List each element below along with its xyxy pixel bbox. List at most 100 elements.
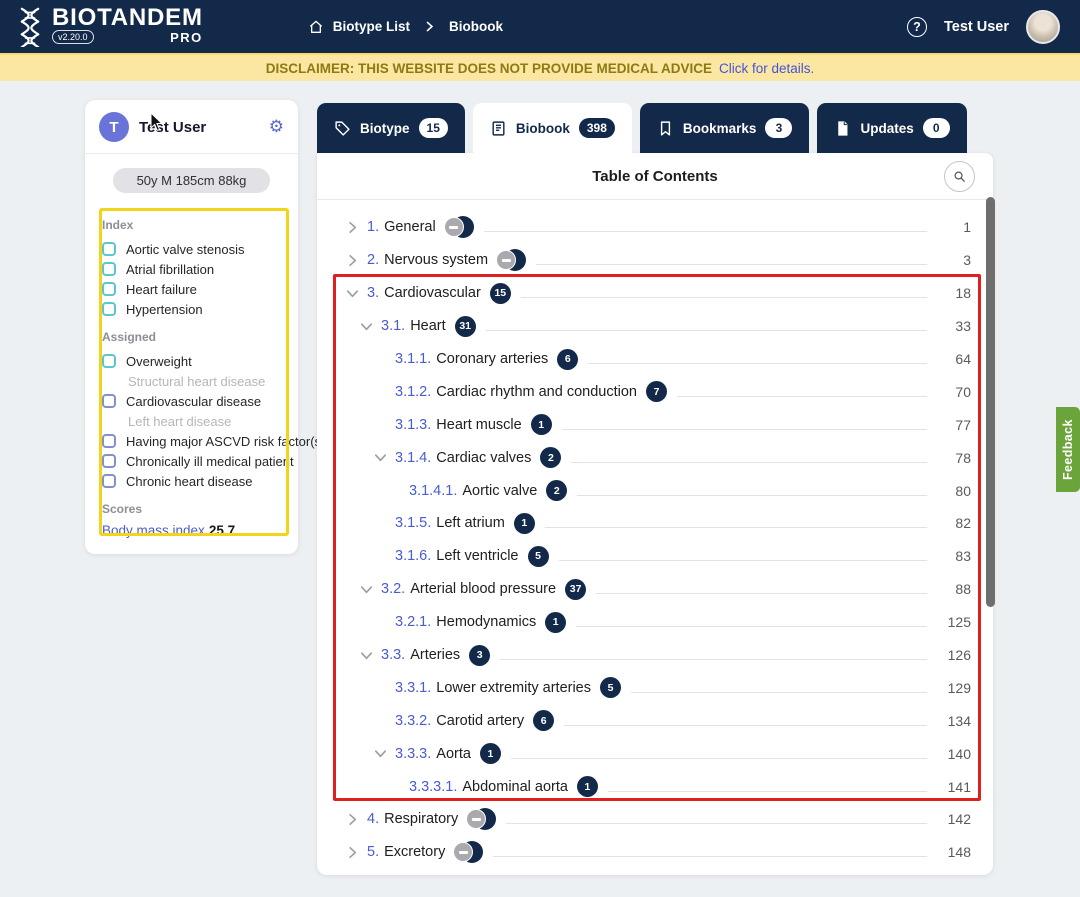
chevron-down-icon[interactable] [359, 319, 381, 334]
toc-row[interactable]: 3.3.1.Lower extremity arteries5129 [317, 671, 971, 704]
condition-row[interactable]: Having major ASCVD risk factor(s) [102, 431, 281, 451]
breadcrumb-section[interactable]: Biotype List [333, 19, 410, 34]
checkbox[interactable] [102, 302, 116, 316]
content-card: Table of Contents 1.General12.Nervous sy… [317, 153, 993, 875]
checkbox-label: Aortic valve stenosis [126, 242, 245, 257]
score-link[interactable]: Body mass index [102, 523, 205, 538]
toc-label[interactable]: Carotid artery [436, 713, 524, 729]
toc-row[interactable]: 3.1.5.Left atrium182 [317, 507, 971, 540]
condition-row[interactable]: Aortic valve stenosis [102, 239, 281, 259]
patient-sidebar: T Test User ⚙ 50y M 185cm 88kg IndexAort… [85, 100, 298, 554]
toc-row[interactable]: 3.3.2.Carotid artery6134 [317, 704, 971, 737]
toc-row[interactable]: 3.1.1.Coronary arteries664 [317, 343, 971, 376]
condition-row[interactable]: Cardiovascular disease [102, 391, 281, 411]
toc-row[interactable]: 3.1.3.Heart muscle177 [317, 408, 971, 441]
toc-label[interactable]: Respiratory [384, 811, 458, 827]
toc-row[interactable]: 3.Cardiovascular1518 [317, 277, 971, 310]
tab-biotype[interactable]: Biotype15 [317, 103, 465, 153]
toc-row[interactable]: 5.Excretory148 [317, 836, 971, 869]
breadcrumb-current[interactable]: Biobook [449, 19, 503, 34]
toc-row[interactable]: 3.2.Arterial blood pressure3788 [317, 573, 971, 606]
checkbox[interactable] [102, 434, 116, 448]
home-icon[interactable] [308, 19, 324, 35]
toc-label[interactable]: Arteries [410, 647, 460, 663]
toc-label[interactable]: Lower extremity arteries [436, 680, 591, 696]
checkbox[interactable] [102, 242, 116, 256]
toc-label[interactable]: Cardiac rhythm and conduction [436, 384, 637, 400]
toc-label[interactable]: Left ventricle [436, 548, 518, 564]
checkbox[interactable] [102, 282, 116, 296]
checkbox-label: Heart failure [126, 282, 197, 297]
toc-number: 3.1. [381, 318, 405, 334]
header-username[interactable]: Test User [944, 19, 1009, 35]
user-avatar-photo[interactable] [1026, 10, 1060, 44]
chevron-down-icon[interactable] [373, 450, 395, 465]
toc-label[interactable]: Nervous system [384, 252, 488, 268]
chevron-down-icon[interactable] [359, 648, 381, 663]
toc-row[interactable]: 4.Respiratory142 [317, 803, 971, 836]
toc-row[interactable]: 3.1.4.Cardiac valves278 [317, 441, 971, 474]
condition-row[interactable]: Hypertension [102, 299, 281, 319]
toc-label[interactable]: Heart muscle [436, 417, 521, 433]
toc-list: 1.General12.Nervous system33.Cardiovascu… [317, 200, 993, 869]
disclaimer-details-link[interactable]: Click for details. [719, 61, 814, 76]
toc-label[interactable]: Hemodynamics [436, 614, 536, 630]
chevron-down-icon[interactable] [359, 582, 381, 597]
toc-label[interactable]: Coronary arteries [436, 351, 548, 367]
tab-label: Biotype [360, 121, 410, 136]
feedback-button[interactable]: Feedback [1056, 407, 1080, 492]
chevron-down-icon[interactable] [345, 286, 367, 301]
chevron-down-icon[interactable] [373, 746, 395, 761]
toc-label[interactable]: Cardiac valves [436, 450, 531, 466]
scrollbar-thumb[interactable] [986, 197, 995, 607]
toc-row[interactable]: 3.3.3.1.Abdominal aorta1141 [317, 770, 971, 803]
chevron-right-icon[interactable] [345, 845, 367, 860]
tab-updates[interactable]: Updates0 [817, 103, 966, 153]
toc-label[interactable]: General [384, 219, 436, 235]
page-number: 1 [939, 219, 971, 235]
condition-row[interactable]: Heart failure [102, 279, 281, 299]
checkbox[interactable] [102, 474, 116, 488]
checkbox[interactable] [102, 394, 116, 408]
help-icon[interactable]: ? [907, 17, 927, 37]
chevron-right-icon[interactable] [345, 220, 367, 235]
toc-label[interactable]: Aorta [436, 746, 471, 762]
toc-label[interactable]: Heart [410, 318, 445, 334]
toc-number: 3. [367, 285, 379, 301]
chevron-right-icon[interactable] [345, 253, 367, 268]
toc-label[interactable]: Aortic valve [462, 483, 537, 499]
toc-row[interactable]: 3.3.Arteries3126 [317, 639, 971, 672]
toc-row[interactable]: 3.1.2.Cardiac rhythm and conduction770 [317, 375, 971, 408]
toc-label[interactable]: Left atrium [436, 515, 505, 531]
toc-label[interactable]: Excretory [384, 844, 445, 860]
tab-label: Updates [860, 121, 913, 136]
condition-row[interactable]: Chronically ill medical patient [102, 451, 281, 471]
page-number: 78 [939, 450, 971, 466]
toc-label[interactable]: Arterial blood pressure [410, 581, 556, 597]
condition-row[interactable]: Overweight [102, 351, 281, 371]
checkbox[interactable] [102, 454, 116, 468]
toc-row[interactable]: 2.Nervous system3 [317, 244, 971, 277]
tab-biobook[interactable]: Biobook398 [473, 103, 632, 153]
count-badge: 1 [480, 743, 501, 764]
toc-row[interactable]: 3.1.4.1.Aortic valve280 [317, 474, 971, 507]
toc-row[interactable]: 3.1.Heart3133 [317, 310, 971, 343]
checkbox[interactable] [102, 354, 116, 368]
toc-label[interactable]: Abdominal aorta [462, 779, 568, 795]
chevron-right-icon[interactable] [345, 812, 367, 827]
checkbox[interactable] [102, 262, 116, 276]
gear-icon[interactable]: ⚙ [269, 119, 284, 136]
condition-row[interactable]: Atrial fibrillation [102, 259, 281, 279]
tab-bookmarks[interactable]: Bookmarks3 [640, 103, 810, 153]
leader-line [559, 560, 928, 561]
leader-line [677, 396, 927, 397]
toc-row[interactable]: 3.1.6.Left ventricle583 [317, 540, 971, 573]
toc-row[interactable]: 3.2.1.Hemodynamics1125 [317, 606, 971, 639]
toc-row[interactable]: 3.3.3.Aorta1140 [317, 737, 971, 770]
search-button[interactable] [944, 161, 975, 192]
condition-row[interactable]: Chronic heart disease [102, 471, 281, 491]
toc-label[interactable]: Cardiovascular [384, 285, 481, 301]
patient-avatar[interactable]: T [99, 112, 129, 142]
toc-row[interactable]: 1.General1 [317, 211, 971, 244]
brand-logo[interactable]: BIOTANDEM v2.20.0 PRO [16, 7, 203, 47]
